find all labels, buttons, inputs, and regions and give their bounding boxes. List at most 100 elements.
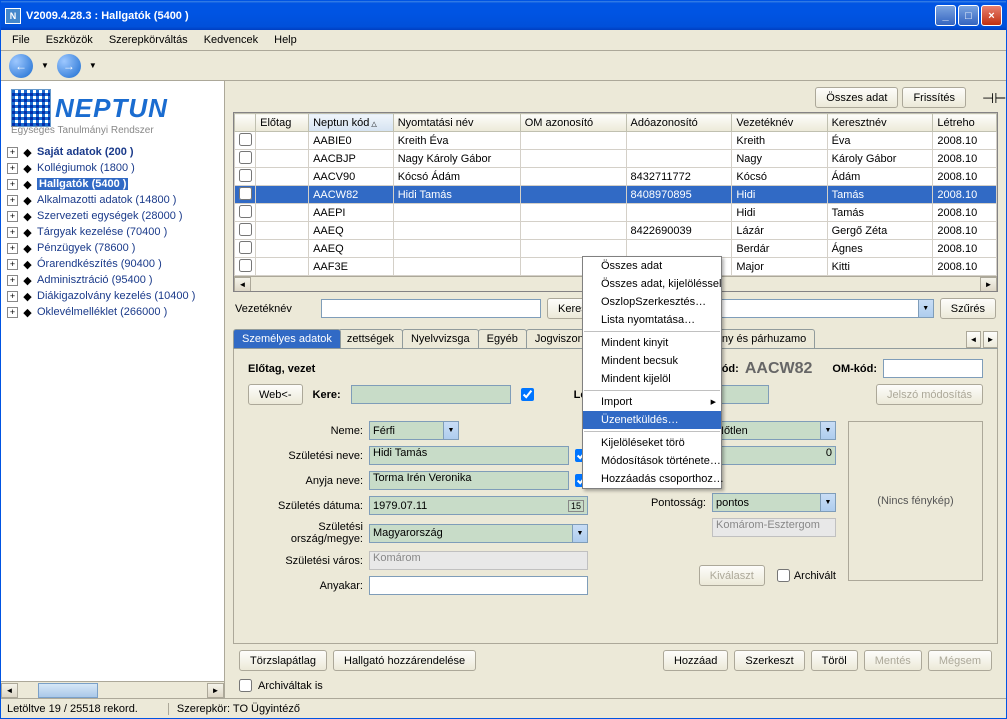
- tab-scroll-right[interactable]: ►: [983, 331, 998, 348]
- transcript-button[interactable]: Törzslapátlag: [239, 650, 327, 671]
- table-row[interactable]: AAEQBerdárÁgnes2008.10: [235, 240, 997, 258]
- column-header[interactable]: Nyomtatási név: [393, 114, 520, 132]
- tab-qualifications[interactable]: zettségek: [338, 329, 403, 348]
- column-header[interactable]: [235, 114, 256, 132]
- birthcountry-combo[interactable]: Magyarország▼: [369, 524, 588, 543]
- minimize-button[interactable]: _: [935, 5, 956, 26]
- column-header[interactable]: Neptun kód△: [309, 114, 394, 132]
- tree-item[interactable]: +◆Szervezeti egységek (28000 ): [3, 208, 222, 224]
- column-header[interactable]: Létreho: [933, 114, 997, 132]
- apply-filter-button[interactable]: Szűrés: [940, 298, 996, 319]
- tab-other[interactable]: Egyéb: [478, 329, 527, 348]
- table-row[interactable]: AABIE0Kreith ÉvaKreithÉva2008.10: [235, 132, 997, 150]
- sidebar-scrollbar[interactable]: ◄ ►: [1, 681, 224, 698]
- maximize-button[interactable]: □: [958, 5, 979, 26]
- column-header[interactable]: Adóazonosító: [626, 114, 732, 132]
- birthdate-field[interactable]: 1979.07.1115: [369, 496, 588, 515]
- scroll-left-button[interactable]: ◄: [1, 683, 18, 698]
- context-menu-item[interactable]: Összes adat: [583, 257, 721, 275]
- expand-icon[interactable]: +: [7, 227, 18, 238]
- menu-favorites[interactable]: Kedvencek: [197, 32, 265, 48]
- expand-icon[interactable]: +: [7, 179, 18, 190]
- table-row[interactable]: AAEQ8422690039LázárGergő Zéta2008.10: [235, 222, 997, 240]
- search-name-field[interactable]: [351, 385, 511, 404]
- tree-item[interactable]: +◆Kollégiumok (1800 ): [3, 160, 222, 176]
- expand-icon[interactable]: +: [7, 259, 18, 270]
- children-field[interactable]: 0: [712, 446, 836, 465]
- scroll-right-button[interactable]: ►: [207, 683, 224, 698]
- menu-help[interactable]: Help: [267, 32, 304, 48]
- search-checkbox[interactable]: [521, 388, 534, 401]
- context-menu[interactable]: Összes adatÖsszes adat, kijelölésselOszl…: [582, 256, 722, 489]
- menu-file[interactable]: File: [5, 32, 37, 48]
- expand-icon[interactable]: +: [7, 195, 18, 206]
- marital-combo[interactable]: Nőtlen▼: [712, 421, 836, 440]
- archived-checkbox[interactable]: [777, 569, 790, 582]
- tree-item[interactable]: +◆Hallgatók (5400 ): [3, 176, 222, 192]
- column-header[interactable]: Keresztnév: [827, 114, 933, 132]
- context-menu-item[interactable]: Lista nyomtatása…: [583, 311, 721, 329]
- tree-item[interactable]: +◆Diákigazolvány kezelés (10400 ): [3, 288, 222, 304]
- nav-forward-button[interactable]: →: [57, 54, 81, 78]
- row-checkbox[interactable]: [239, 133, 252, 146]
- context-menu-item[interactable]: Mindent kijelöl: [583, 370, 721, 388]
- column-header[interactable]: Vezetéknév: [732, 114, 827, 132]
- cancel-button[interactable]: Mégsem: [928, 650, 992, 671]
- tree-item[interactable]: +◆Saját adatok (200 ): [3, 144, 222, 160]
- refresh-button[interactable]: Frissítés: [902, 87, 966, 108]
- birthname-field[interactable]: Hidi Tamás: [369, 446, 569, 465]
- context-menu-item[interactable]: Mindent becsuk: [583, 352, 721, 370]
- context-menu-item[interactable]: Módosítások története…: [583, 452, 721, 470]
- nav-back-dropdown[interactable]: ▼: [41, 61, 49, 70]
- grid-scroll-left[interactable]: ◄: [234, 277, 251, 292]
- nav-tree[interactable]: +◆Saját adatok (200 )+◆Kollégiumok (1800…: [1, 140, 224, 681]
- tree-item[interactable]: +◆Tárgyak kezelése (70400 ): [3, 224, 222, 240]
- tab-scroll-left[interactable]: ◄: [966, 331, 981, 348]
- tree-item[interactable]: +◆Adminisztráció (95400 ): [3, 272, 222, 288]
- context-menu-item[interactable]: Hozzáadás csoporthoz…: [583, 470, 721, 488]
- table-row[interactable]: AACV90Kócsó Ádám8432711772KócsóÁdám2008.…: [235, 168, 997, 186]
- context-menu-item[interactable]: OszlopSzerkesztés…: [583, 293, 721, 311]
- password-button[interactable]: Jelszó módosítás: [876, 384, 983, 405]
- row-checkbox[interactable]: [239, 151, 252, 164]
- tab-language[interactable]: Nyelvvizsga: [402, 329, 479, 348]
- accuracy-combo[interactable]: pontos▼: [712, 493, 836, 512]
- tree-item[interactable]: +◆Pénzügyek (78600 ): [3, 240, 222, 256]
- menu-tools[interactable]: Eszközök: [39, 32, 100, 48]
- expand-icon[interactable]: +: [7, 275, 18, 286]
- expand-icon[interactable]: +: [7, 211, 18, 222]
- mothercard-field[interactable]: [369, 576, 588, 595]
- context-menu-item[interactable]: Mindent kinyit: [583, 334, 721, 352]
- menu-roleswitch[interactable]: Szerepkörváltás: [102, 32, 195, 48]
- row-checkbox[interactable]: [239, 223, 252, 236]
- row-checkbox[interactable]: [239, 205, 252, 218]
- column-header[interactable]: OM azonosító: [520, 114, 626, 132]
- mothername-field[interactable]: Torma Irén Veronika: [369, 471, 569, 490]
- om-code-input[interactable]: [883, 359, 983, 378]
- filter-input[interactable]: [321, 299, 541, 318]
- archived-too-checkbox[interactable]: [239, 679, 252, 692]
- row-checkbox[interactable]: [239, 259, 252, 272]
- add-button[interactable]: Hozzáad: [663, 650, 728, 671]
- table-row[interactable]: AACBJPNagy Károly GáborNagyKároly Gábor2…: [235, 150, 997, 168]
- pin-icon[interactable]: ⊣⊢: [982, 90, 998, 106]
- gender-combo[interactable]: Férfi▼: [369, 421, 459, 440]
- context-menu-item[interactable]: Kijelöléseket törö: [583, 434, 721, 452]
- context-menu-item[interactable]: Üzenetküldés…: [583, 411, 721, 429]
- delete-button[interactable]: Töröl: [811, 650, 858, 671]
- context-menu-item[interactable]: Import: [583, 393, 721, 411]
- grid-scroll-right[interactable]: ►: [980, 277, 997, 292]
- nav-back-button[interactable]: ←: [9, 54, 33, 78]
- select-button[interactable]: Kiválaszt: [699, 565, 765, 586]
- tree-item[interactable]: +◆Oklevélmelléklet (266000 ): [3, 304, 222, 320]
- save-button[interactable]: Mentés: [864, 650, 922, 671]
- nav-forward-dropdown[interactable]: ▼: [89, 61, 97, 70]
- tree-item[interactable]: +◆Órarendkészítés (90400 ): [3, 256, 222, 272]
- table-row[interactable]: AACW82Hidi Tamás8408970895HidiTamás2008.…: [235, 186, 997, 204]
- assign-button[interactable]: Hallgató hozzárendelése: [333, 650, 476, 671]
- column-header[interactable]: Előtag: [256, 114, 309, 132]
- edit-button[interactable]: Szerkeszt: [734, 650, 804, 671]
- expand-icon[interactable]: +: [7, 291, 18, 302]
- row-checkbox[interactable]: [239, 241, 252, 254]
- close-button[interactable]: ×: [981, 5, 1002, 26]
